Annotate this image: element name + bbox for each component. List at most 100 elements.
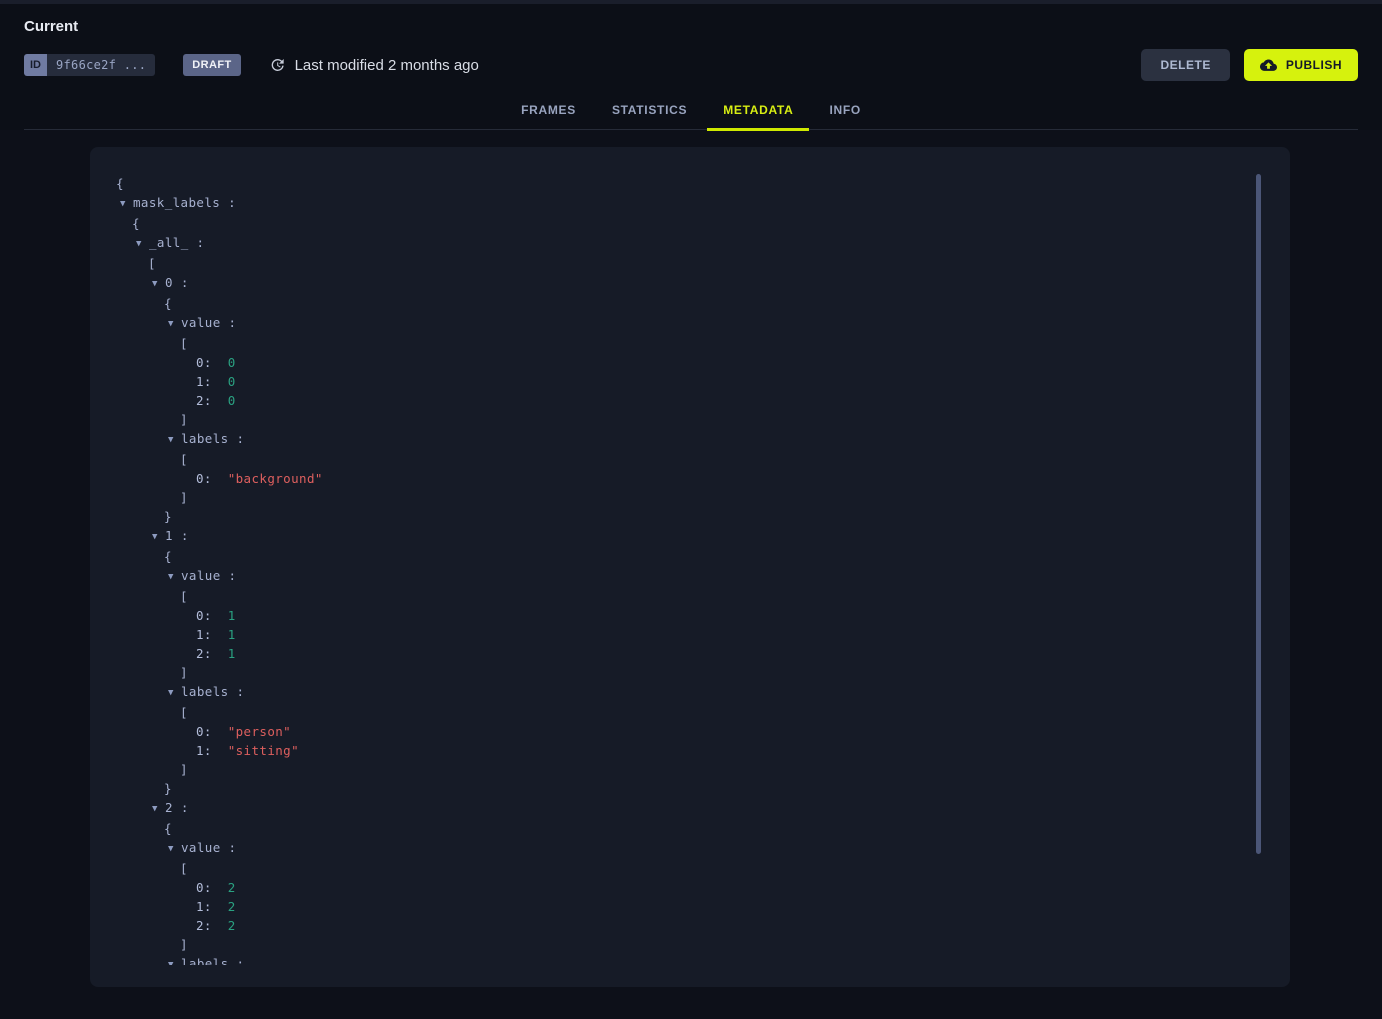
json-punctuation: [: [180, 589, 188, 604]
json-tree-line: ▼_all_ :: [116, 233, 1230, 254]
json-tree-line: 1: 0: [116, 372, 1230, 391]
content-area: {▼mask_labels :{▼_all_ :[▼0 :{▼value :[0…: [0, 130, 1382, 1003]
json-punctuation: [: [180, 336, 188, 351]
json-punctuation: ]: [180, 490, 188, 505]
json-tree-line: 1: 2: [116, 897, 1230, 916]
collapse-triangle-icon[interactable]: ▼: [168, 568, 181, 587]
json-tree-line: }: [116, 779, 1230, 798]
json-tree-line: 1: "sitting": [116, 741, 1230, 760]
json-punctuation: ]: [180, 412, 188, 427]
json-index: 2:: [196, 918, 228, 933]
json-tree-line: [: [116, 450, 1230, 469]
json-key[interactable]: labels :: [181, 956, 244, 965]
metadata-panel: {▼mask_labels :{▼_all_ :[▼0 :{▼value :[0…: [90, 147, 1290, 987]
json-punctuation: ]: [180, 937, 188, 952]
json-tree-line: [: [116, 254, 1230, 273]
json-key[interactable]: 0 :: [165, 275, 189, 290]
json-key[interactable]: _all_ :: [149, 235, 204, 250]
delete-button[interactable]: DELETE: [1141, 49, 1229, 81]
json-value: 1: [228, 627, 236, 642]
json-tree-line: ▼value :: [116, 838, 1230, 859]
tab-frames[interactable]: FRAMES: [505, 93, 592, 129]
json-tree-line: {: [116, 547, 1230, 566]
json-punctuation: [: [180, 705, 188, 720]
json-tree-line: ▼mask_labels :: [116, 193, 1230, 214]
last-modified: Last modified 2 months ago: [269, 57, 479, 74]
collapse-triangle-icon[interactable]: ▼: [136, 235, 149, 254]
json-index: 0:: [196, 471, 228, 486]
tab-bar: FRAMESSTATISTICSMETADATAINFO: [24, 93, 1358, 130]
json-value: 2: [228, 880, 236, 895]
json-index: 2:: [196, 393, 228, 408]
json-viewer: {▼mask_labels :{▼_all_ :[▼0 :{▼value :[0…: [90, 147, 1290, 965]
page-title: Current: [24, 4, 1358, 22]
collapse-triangle-icon[interactable]: ▼: [152, 275, 165, 294]
json-tree-line: 0: 2: [116, 878, 1230, 897]
publish-button[interactable]: PUBLISH: [1244, 49, 1358, 81]
json-index: 1:: [196, 899, 228, 914]
json-punctuation: [: [148, 256, 156, 271]
collapse-triangle-icon[interactable]: ▼: [152, 528, 165, 547]
id-badge-label: ID: [24, 54, 47, 76]
cloud-upload-icon: [1260, 59, 1277, 72]
json-tree-line: 0: 0: [116, 353, 1230, 372]
json-key[interactable]: 1 :: [165, 528, 189, 543]
json-tree-line: ]: [116, 760, 1230, 779]
scrollbar-thumb[interactable]: [1256, 174, 1261, 854]
json-index: 1:: [196, 374, 228, 389]
json-tree-line: ]: [116, 663, 1230, 682]
json-key[interactable]: labels :: [181, 431, 244, 446]
json-key[interactable]: labels :: [181, 684, 244, 699]
collapse-triangle-icon[interactable]: ▼: [168, 840, 181, 859]
json-tree-line: 0: "background": [116, 469, 1230, 488]
json-key[interactable]: value :: [181, 840, 236, 855]
collapse-triangle-icon[interactable]: ▼: [168, 684, 181, 703]
json-tree-line: ▼value :: [116, 566, 1230, 587]
json-tree-line: ▼0 :: [116, 273, 1230, 294]
json-index: 0:: [196, 355, 228, 370]
collapse-triangle-icon[interactable]: ▼: [168, 315, 181, 334]
json-punctuation: {: [132, 216, 140, 231]
meta-row: ID 9f66ce2f ... DRAFT Last modified 2 mo…: [24, 49, 1358, 81]
json-tree-line: ▼2 :: [116, 798, 1230, 819]
json-index: 0:: [196, 724, 228, 739]
json-punctuation: [: [180, 861, 188, 876]
json-index: 1:: [196, 743, 228, 758]
last-modified-text: Last modified 2 months ago: [295, 57, 479, 74]
json-tree: {▼mask_labels :{▼_all_ :[▼0 :{▼value :[0…: [116, 174, 1230, 965]
json-tree-line: }: [116, 507, 1230, 526]
json-index: 0:: [196, 608, 228, 623]
tab-statistics[interactable]: STATISTICS: [596, 93, 703, 129]
tab-metadata[interactable]: METADATA: [707, 93, 809, 129]
collapse-triangle-icon[interactable]: ▼: [152, 800, 165, 819]
json-tree-line: [: [116, 334, 1230, 353]
json-key[interactable]: 2 :: [165, 800, 189, 815]
json-tree-line: {: [116, 174, 1230, 193]
json-tree-line: ]: [116, 488, 1230, 507]
json-value: 0: [228, 374, 236, 389]
collapse-triangle-icon[interactable]: ▼: [168, 956, 181, 965]
json-punctuation: {: [164, 549, 172, 564]
collapse-triangle-icon[interactable]: ▼: [168, 431, 181, 450]
id-badge-value[interactable]: 9f66ce2f ...: [47, 54, 155, 76]
json-punctuation: {: [116, 176, 124, 191]
tab-info[interactable]: INFO: [813, 93, 876, 129]
json-punctuation: [: [180, 452, 188, 467]
json-punctuation: ]: [180, 665, 188, 680]
json-key[interactable]: value :: [181, 568, 236, 583]
json-tree-line: ]: [116, 410, 1230, 429]
json-punctuation: {: [164, 821, 172, 836]
json-value: "background": [228, 471, 323, 486]
json-tree-line: [: [116, 587, 1230, 606]
json-value: 2: [228, 899, 236, 914]
json-key[interactable]: value :: [181, 315, 236, 330]
json-tree-line: {: [116, 819, 1230, 838]
id-badge: ID 9f66ce2f ...: [24, 54, 155, 76]
json-tree-line: ▼labels :: [116, 954, 1230, 965]
json-value: "sitting": [228, 743, 299, 758]
json-key[interactable]: mask_labels :: [133, 195, 236, 210]
history-icon: [269, 57, 285, 73]
json-punctuation: {: [164, 296, 172, 311]
json-value: 1: [228, 646, 236, 661]
collapse-triangle-icon[interactable]: ▼: [120, 195, 133, 214]
